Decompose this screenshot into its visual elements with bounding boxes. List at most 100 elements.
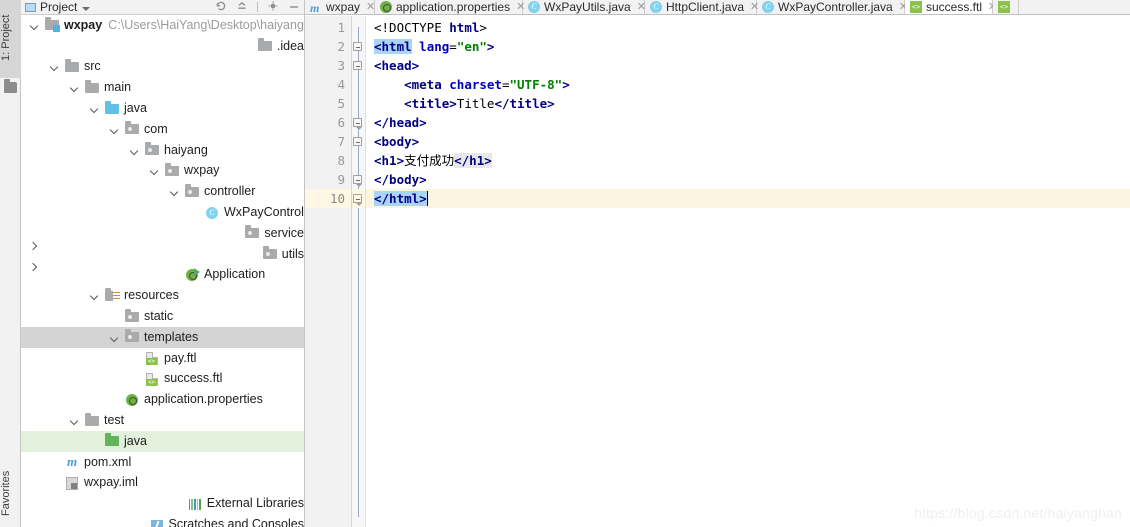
line-number: 10 [305, 189, 351, 208]
tree-node-com[interactable]: com [21, 119, 304, 140]
ftl-file-icon: <> [998, 1, 1010, 13]
fold-toggle-icon[interactable] [353, 194, 362, 203]
tree-node-label: Scratches and Consoles [169, 518, 305, 527]
editor-tab-httpclient-java[interactable]: CHttpClient.java✕ [645, 0, 757, 14]
chevron-down-icon[interactable] [29, 20, 40, 31]
fold-row[interactable] [352, 18, 365, 37]
code-line[interactable]: <!DOCTYPE html> [366, 18, 1130, 37]
tree-node-controller[interactable]: controller [21, 181, 304, 202]
tree-node-java[interactable]: java [21, 98, 304, 119]
project-panel-toolbar [215, 2, 300, 13]
code-token: > [562, 77, 570, 92]
code-line[interactable]: </body> [366, 170, 1130, 189]
code-token: > [487, 39, 495, 54]
tree-node-src[interactable]: src [21, 57, 304, 78]
tool-tab-favorites[interactable]: Favorites [0, 455, 21, 527]
project-view-icon[interactable] [25, 3, 36, 12]
chevron-down-icon[interactable] [149, 165, 160, 176]
gear-icon[interactable] [267, 3, 279, 12]
fold-row[interactable] [352, 37, 365, 56]
fold-row[interactable] [352, 56, 365, 75]
editor-tab-label: wxpay [326, 0, 360, 14]
code-editor[interactable]: 12345678910 <!DOCTYPE html><html lang="e… [305, 16, 1130, 527]
fold-row[interactable] [352, 75, 365, 94]
editor-tab-wxpay[interactable]: mwxpay✕ [305, 0, 375, 14]
editor-tab-application-properties[interactable]: application.properties✕ [375, 0, 523, 14]
tree-node-haiyang[interactable]: haiyang [21, 140, 304, 161]
tree-node-label: .idea [277, 40, 304, 53]
editor-tab-wxpaycontroller-java[interactable]: CWxPayController.java✕ [757, 0, 905, 14]
editor-tab-label: application.properties [396, 0, 510, 14]
hide-window-icon[interactable] [288, 3, 300, 12]
tree-node-label: src [84, 60, 101, 73]
fold-toggle-icon[interactable] [353, 175, 362, 184]
tree-node-wxpay[interactable]: wxpay [21, 161, 304, 182]
chevron-down-icon[interactable] [49, 61, 60, 72]
fold-toggle-icon[interactable] [353, 61, 362, 70]
line-number: 5 [305, 94, 351, 113]
chevron-down-icon[interactable] [129, 145, 140, 156]
code-folding-gutter[interactable] [352, 16, 366, 527]
java-class-icon: C [650, 1, 662, 13]
code-token: </title [494, 96, 547, 111]
close-icon[interactable]: ✕ [366, 2, 375, 12]
fold-row[interactable] [352, 113, 365, 132]
tree-indent [21, 212, 189, 213]
code-token: <meta [404, 77, 442, 92]
project-tree[interactable]: wxpayC:\Users\HaiYang\Desktop\haiyang.id… [21, 15, 304, 527]
package-icon [124, 121, 140, 137]
editor-tab-success-ftl[interactable]: <>success.ftl✕ [905, 0, 993, 14]
tree-node-wxpaycontroller[interactable]: CWxPayController [21, 202, 304, 223]
editor-tab-bar[interactable]: mwxpay✕application.properties✕CWxPayUtil… [305, 0, 1130, 15]
chevron-down-icon[interactable] [109, 124, 120, 135]
java-class-icon: C [528, 1, 540, 13]
tree-node--idea[interactable]: .idea [21, 36, 304, 57]
code-line[interactable]: <meta charset="UTF-8"> [366, 75, 1130, 94]
code-line[interactable]: </head> [366, 113, 1130, 132]
fold-row[interactable] [352, 170, 365, 189]
tree-node-scratches-and-consoles[interactable]: Scratches and Consoles [21, 514, 304, 527]
code-token: > [419, 172, 427, 187]
fold-toggle-icon[interactable] [353, 118, 362, 127]
code-line[interactable]: <h1>支付成功</h1> [366, 151, 1130, 170]
refresh-icon[interactable] [215, 3, 227, 12]
code-line[interactable]: </html> [366, 189, 1130, 208]
fold-row[interactable] [352, 94, 365, 113]
editor-tab-overflow[interactable]: <> [993, 0, 1019, 14]
code-line[interactable]: <head> [366, 56, 1130, 75]
code-line[interactable]: <html lang="en"> [366, 37, 1130, 56]
code-token: html [449, 20, 479, 35]
fold-toggle-icon[interactable] [353, 137, 362, 146]
code-line[interactable]: <body> [366, 132, 1130, 151]
line-number: 3 [305, 56, 351, 75]
editor-tab-label: WxPayController.java [778, 0, 893, 14]
project-tool-window: Project wxpayC:\Users\HaiYang\Desktop\ha… [21, 0, 305, 527]
project-structure-icon[interactable] [4, 82, 17, 93]
package-icon [262, 246, 278, 262]
code-token: > [412, 134, 420, 149]
collapse-all-icon[interactable] [236, 3, 248, 12]
line-number: 1 [305, 18, 351, 37]
fold-row[interactable] [352, 151, 365, 170]
code-content[interactable]: <!DOCTYPE html><html lang="en"><head> <m… [366, 16, 1130, 527]
fold-row[interactable] [352, 189, 365, 208]
tree-indent [21, 129, 109, 130]
fold-toggle-icon[interactable] [353, 42, 362, 51]
code-token: > [412, 58, 420, 73]
code-token: = [449, 39, 457, 54]
chevron-down-icon[interactable] [69, 82, 80, 93]
tool-tab-project[interactable]: 1: Project [0, 0, 21, 78]
code-token: <!DOCTYPE [374, 20, 449, 35]
tree-node-main[interactable]: main [21, 77, 304, 98]
chevron-down-icon[interactable] [89, 103, 100, 114]
chevron-right-icon[interactable] [29, 261, 145, 527]
line-number: 8 [305, 151, 351, 170]
code-token: "UTF-8" [510, 77, 563, 92]
tree-indent [21, 150, 129, 151]
code-token: > [449, 96, 457, 111]
chevron-down-icon[interactable] [82, 7, 90, 11]
code-line[interactable]: <title>Title</title> [366, 94, 1130, 113]
tree-indent [21, 503, 29, 504]
fold-row[interactable] [352, 132, 365, 151]
editor-tab-wxpayutils-java[interactable]: CWxPayUtils.java✕ [523, 0, 645, 14]
